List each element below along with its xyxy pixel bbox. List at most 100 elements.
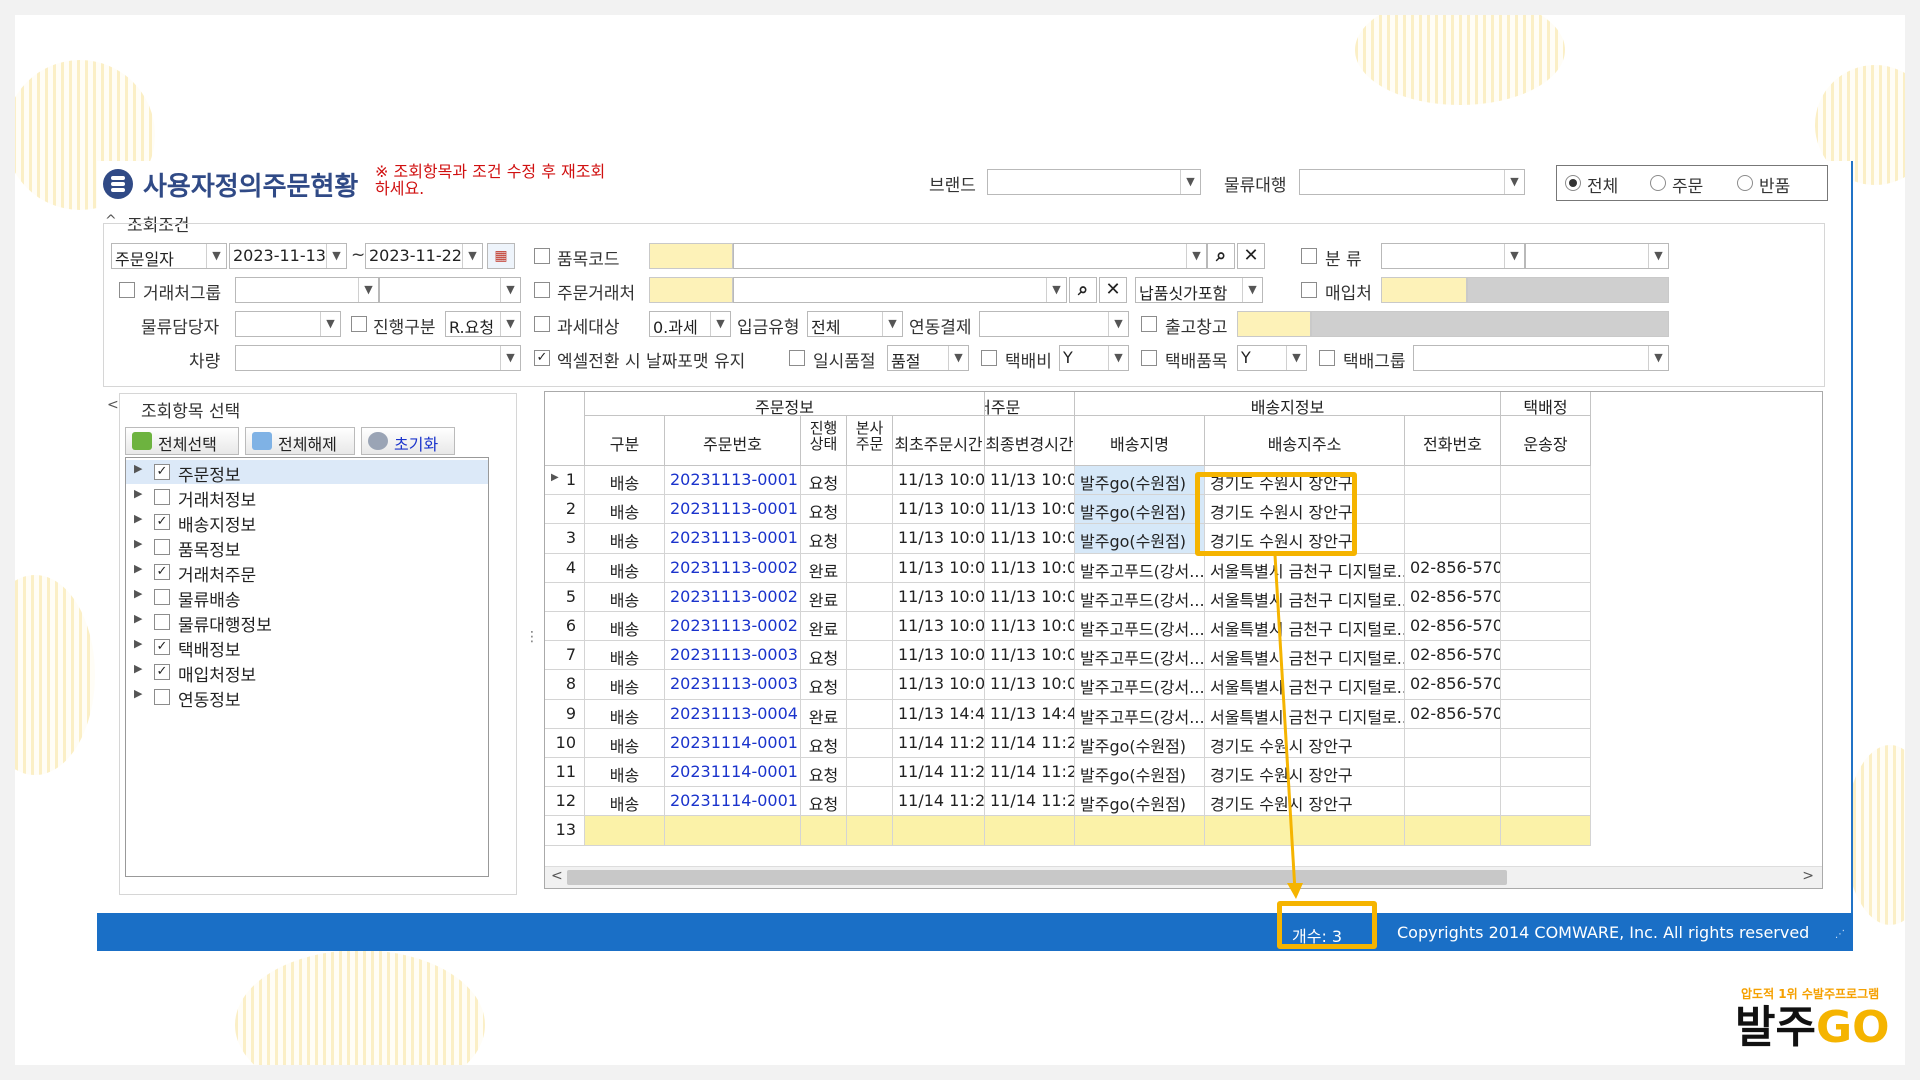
order-number-link[interactable]: 20231114-0001	[665, 758, 801, 788]
tree-item-checkbox[interactable]	[154, 614, 170, 630]
tree-item[interactable]: ▶ ✓ 배송지정보	[126, 510, 488, 536]
order-number-link[interactable]: 20231113-0004	[665, 699, 801, 729]
expand-arrow-icon[interactable]: ▶	[134, 462, 142, 475]
expand-arrow-icon[interactable]: ▶	[134, 662, 142, 675]
tax-checkbox[interactable]	[534, 316, 550, 332]
order-number-link[interactable]: 20231113-0002	[665, 553, 801, 583]
resize-grip-icon[interactable]: ⋰	[1835, 929, 1845, 940]
clear-all-button[interactable]: 전체해제	[245, 427, 355, 455]
scroll-right-icon[interactable]: >	[1802, 868, 1814, 884]
select-all-button[interactable]: 전체선택	[125, 427, 239, 455]
link-settle-select[interactable]: ▼	[979, 311, 1129, 337]
category-select-2[interactable]: ▼	[1525, 243, 1669, 269]
expand-arrow-icon[interactable]: ▶	[134, 587, 142, 600]
splitter-handle[interactable]: ⋮	[525, 629, 539, 645]
tree-item-checkbox[interactable]: ✓	[154, 639, 170, 655]
order-number-link[interactable]: 20231113-0001	[665, 466, 801, 496]
partner-group-select-1[interactable]: ▼	[235, 277, 379, 303]
order-number-link[interactable]	[665, 816, 801, 846]
logistics-select[interactable]: ▼	[1299, 169, 1525, 195]
purchase-code-input[interactable]	[1381, 277, 1467, 303]
tree-item[interactable]: ▶ 물류대행정보	[126, 610, 488, 636]
scroll-left-icon[interactable]: <	[551, 868, 563, 884]
outbound-code-input[interactable]	[1237, 311, 1311, 337]
temp-soldout-select[interactable]: 품절 ▼	[887, 345, 969, 371]
collapse-panel-icon[interactable]: <	[107, 397, 119, 413]
tree-item-checkbox[interactable]	[154, 539, 170, 555]
expand-arrow-icon[interactable]: ▶	[134, 487, 142, 500]
progress-select[interactable]: R.요청 ▼	[445, 311, 521, 337]
tree-item[interactable]: ▶ ✓ 거래처주문	[126, 560, 488, 586]
courier-item-checkbox[interactable]	[1141, 350, 1157, 366]
expand-arrow-icon[interactable]: ▶	[134, 562, 142, 575]
tree-item[interactable]: ▶ 거래처정보	[126, 485, 488, 511]
brand-select[interactable]: ▼	[987, 169, 1201, 195]
tree-item-checkbox[interactable]: ✓	[154, 514, 170, 530]
order-number-link[interactable]: 20231113-0001	[665, 495, 801, 525]
expand-arrow-icon[interactable]: ▶	[134, 612, 142, 625]
purchase-checkbox[interactable]	[1301, 282, 1317, 298]
excel-keep-checkbox[interactable]: ✓	[534, 350, 550, 366]
courier-group-select[interactable]: ▼	[1413, 345, 1669, 371]
tree-item[interactable]: ▶ 품목정보	[126, 535, 488, 561]
order-partner-select[interactable]: ▼	[733, 277, 1067, 303]
item-code-input[interactable]	[649, 243, 733, 269]
courier-fee-select[interactable]: Y ▼	[1059, 345, 1129, 371]
grid-column-header[interactable]: 배송지명	[1075, 416, 1205, 466]
date-type-select[interactable]: 주문일자 ▼	[111, 243, 227, 269]
tree-item-checkbox[interactable]	[154, 689, 170, 705]
courier-group-checkbox[interactable]	[1319, 350, 1335, 366]
scrollbar-thumb[interactable]	[567, 870, 1507, 885]
grid-column-header[interactable]: 본사 주문	[847, 416, 893, 466]
logistics-manager-select[interactable]: ▼	[235, 311, 341, 337]
reset-button[interactable]: 초기화	[361, 427, 455, 455]
expand-arrow-icon[interactable]: ▶	[134, 537, 142, 550]
close-icon[interactable]: ✕	[1237, 243, 1265, 269]
order-number-link[interactable]: 20231114-0001	[665, 787, 801, 817]
vehicle-select[interactable]: ▼	[235, 345, 521, 371]
delivery-option-select[interactable]: 납품싯가포함 ▼	[1135, 277, 1263, 303]
order-number-link[interactable]: 20231113-0002	[665, 582, 801, 612]
expand-arrow-icon[interactable]: ▶	[134, 687, 142, 700]
partner-group-select-2[interactable]: ▼	[379, 277, 521, 303]
category-checkbox[interactable]	[1301, 248, 1317, 264]
category-select-1[interactable]: ▼	[1381, 243, 1525, 269]
order-number-link[interactable]: 20231114-0001	[665, 728, 801, 758]
partner-group-checkbox[interactable]	[119, 282, 135, 298]
tree-item[interactable]: ▶ 물류배송	[126, 585, 488, 611]
tree-item-checkbox[interactable]: ✓	[154, 464, 170, 480]
tree-item-checkbox[interactable]: ✓	[154, 664, 170, 680]
close-icon[interactable]: ✕	[1099, 277, 1127, 303]
tree-item-checkbox[interactable]: ✓	[154, 564, 170, 580]
search-icon[interactable]: ⌕	[1207, 243, 1235, 269]
tax-select[interactable]: 0.과세 ▼	[649, 311, 731, 337]
calendar-icon[interactable]: ▦	[487, 243, 515, 269]
tree-item-checkbox[interactable]	[154, 489, 170, 505]
courier-item-select[interactable]: Y ▼	[1237, 345, 1307, 371]
tree-item[interactable]: ▶ ✓ 택배정보	[126, 635, 488, 661]
expand-arrow-icon[interactable]: ▶	[134, 512, 142, 525]
date-from-picker[interactable]: 2023-11-13 ▼	[229, 243, 347, 269]
progress-checkbox[interactable]	[351, 316, 367, 332]
grid-column-header[interactable]: 주문번호	[665, 416, 801, 466]
date-to-picker[interactable]: 2023-11-22 ▼	[365, 243, 483, 269]
order-number-link[interactable]: 20231113-0003	[665, 670, 801, 700]
order-number-link[interactable]: 20231113-0003	[665, 641, 801, 671]
search-icon[interactable]: ⌕	[1069, 277, 1097, 303]
item-name-select[interactable]: ▼	[733, 243, 1207, 269]
temp-soldout-checkbox[interactable]	[789, 350, 805, 366]
tree-item[interactable]: ▶ 연동정보	[126, 685, 488, 711]
tree-item-checkbox[interactable]	[154, 589, 170, 605]
tree-item[interactable]: ▶ ✓ 매입처정보	[126, 660, 488, 686]
grid-column-header[interactable]: 운송장	[1501, 416, 1591, 466]
order-partner-checkbox[interactable]	[534, 282, 550, 298]
horizontal-scrollbar[interactable]: < >	[545, 866, 1822, 888]
radio-all[interactable]	[1565, 175, 1581, 191]
grid-column-header[interactable]: 진행 상태	[801, 416, 847, 466]
receive-type-select[interactable]: 전체 ▼	[807, 311, 903, 337]
order-number-link[interactable]: 20231113-0002	[665, 612, 801, 642]
grid-column-header[interactable]: 구분	[585, 416, 665, 466]
outbound-checkbox[interactable]	[1141, 316, 1157, 332]
radio-return[interactable]	[1737, 175, 1753, 191]
grid-column-header[interactable]: 최초주문시간	[893, 416, 985, 466]
